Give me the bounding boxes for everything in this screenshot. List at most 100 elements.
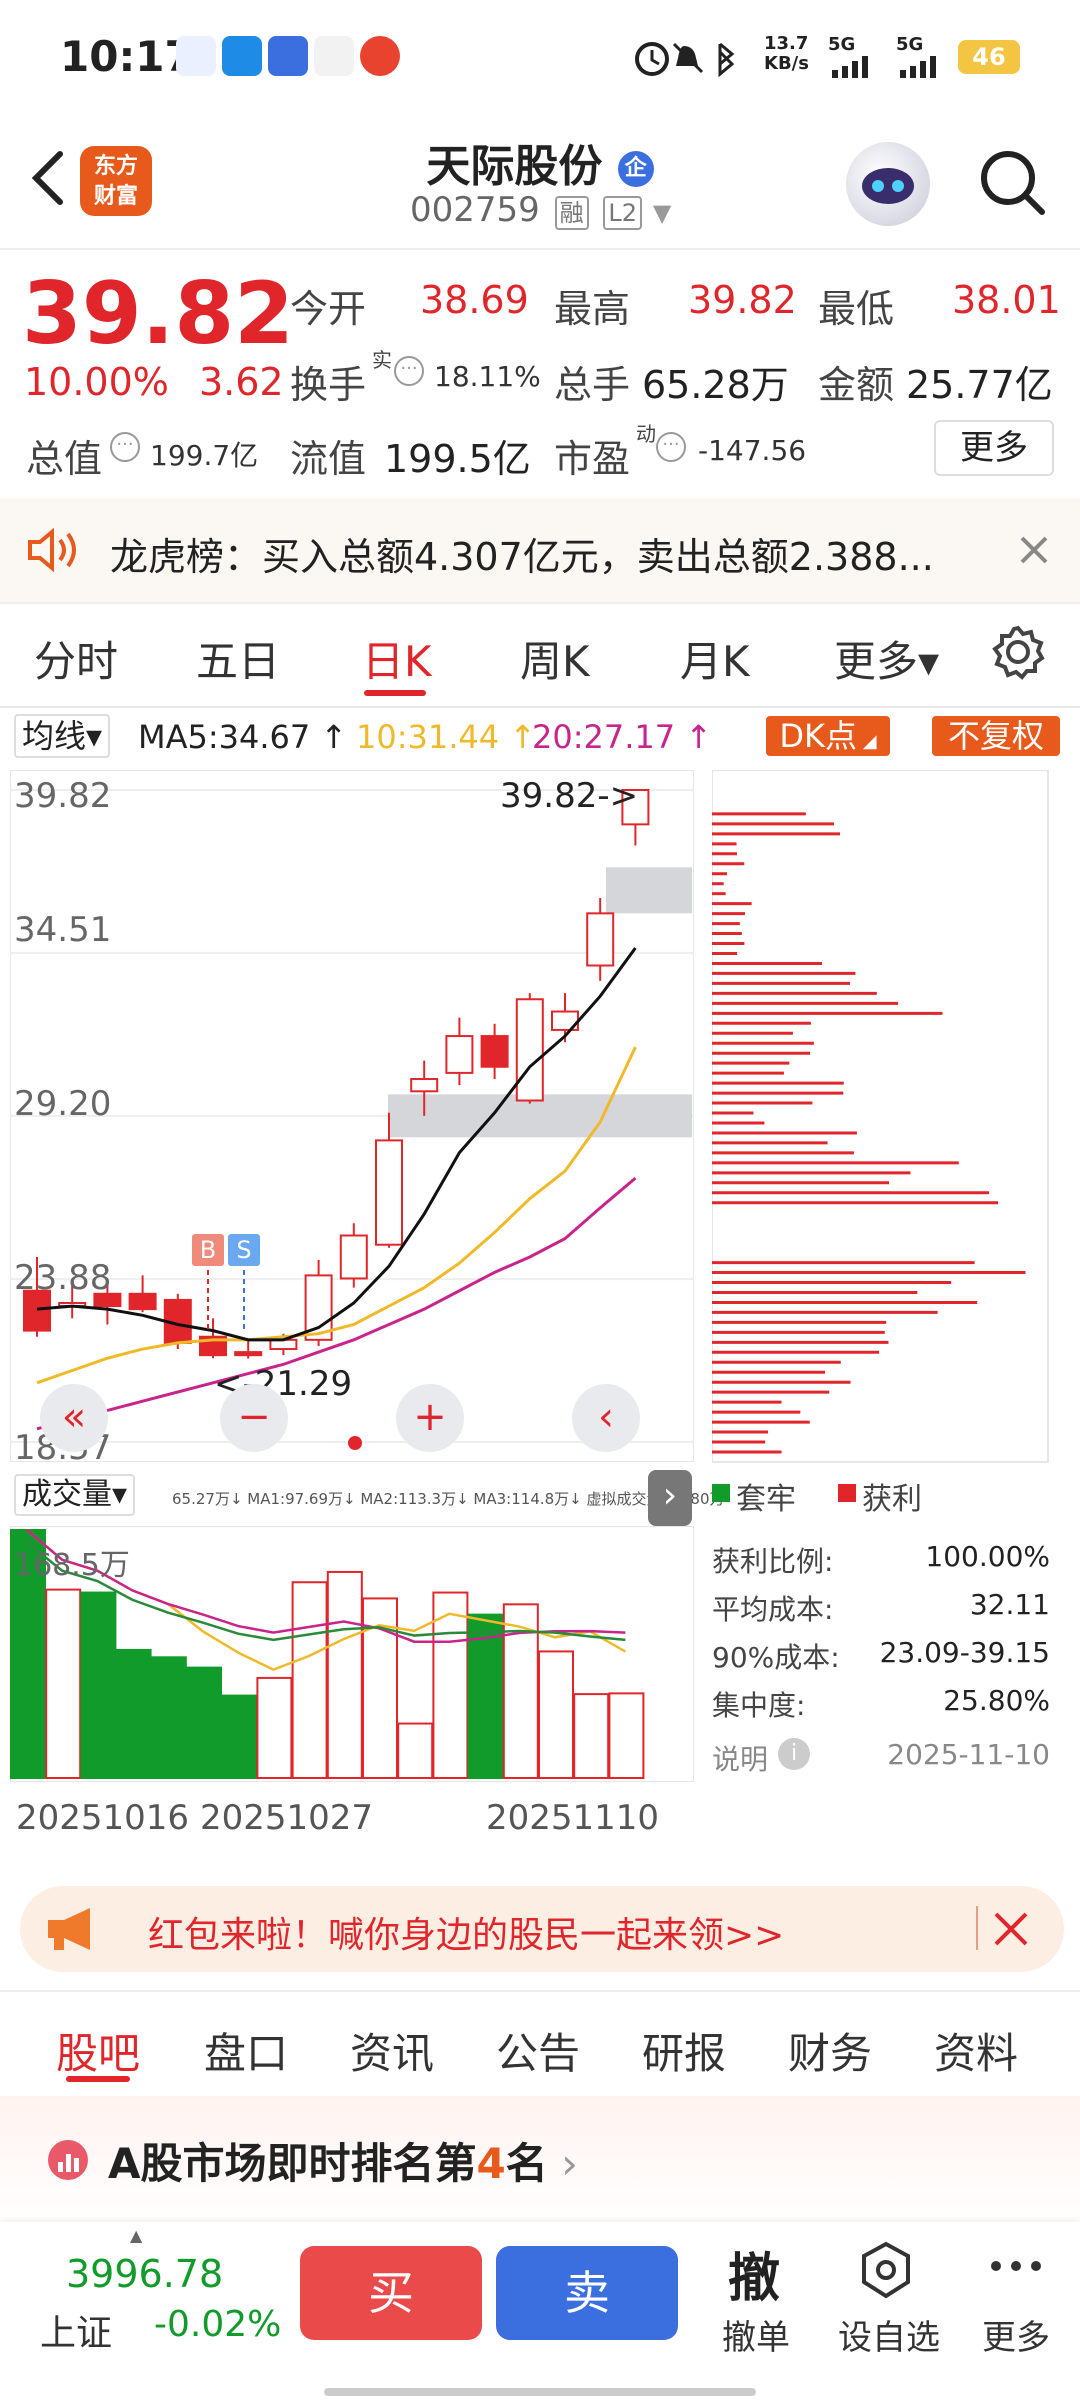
profit-legend-swatch (838, 1484, 856, 1502)
assistant-robot-avatar[interactable] (846, 142, 930, 226)
volume-bar (538, 1650, 574, 1779)
ma-selector[interactable]: 均线▾ (14, 714, 111, 758)
search-icon[interactable] (978, 148, 1048, 218)
megaphone-icon (48, 1908, 90, 1950)
volume-value: 65.28万 (642, 363, 789, 407)
price-axis-label: 34.51 (14, 910, 112, 950)
turnover-sup: 实 (372, 348, 392, 372)
close-icon[interactable] (1018, 534, 1050, 566)
promo-text[interactable]: 红包来啦！喊你身边的股民一起来领>> (148, 1906, 784, 1958)
signal-icon (900, 56, 936, 78)
stat-value: 23.09-39.15 (879, 1636, 1050, 1669)
cancel-order-icon[interactable]: 撤 (728, 2236, 780, 2311)
rank-prefix: A股市场即时排名第 (108, 2139, 477, 2188)
volume-bar (186, 1666, 222, 1779)
amount-value: 25.77亿 (906, 363, 1053, 407)
tab-daily-k[interactable]: 日K (362, 628, 432, 689)
tab-research[interactable]: 研报 (642, 2020, 726, 2081)
zoom-out-button[interactable]: − (220, 1384, 288, 1452)
low-label: 最低 (818, 287, 895, 331)
volume-bar (45, 1588, 82, 1779)
page-dot (348, 1436, 362, 1450)
more-label[interactable]: 更多 (982, 2310, 1050, 2359)
zoom-in-button[interactable]: + (396, 1384, 464, 1452)
info-dots-icon[interactable]: ··· (656, 432, 686, 462)
ma10-legend: 10:31.44 ↑ (356, 718, 537, 756)
speaker-icon (28, 528, 76, 572)
collapse-panel-button[interactable]: › (648, 1470, 692, 1526)
sell-button[interactable]: 卖 (496, 2246, 678, 2340)
tab-more[interactable]: 更多▾ (834, 628, 939, 689)
tab-news[interactable]: 资讯 (350, 2020, 434, 2081)
stock-code: 002759 (410, 190, 540, 230)
tab-orderbook[interactable]: 盘口 (204, 2020, 288, 2081)
cancel-order-label[interactable]: 撤单 (722, 2310, 790, 2359)
tab-five-day[interactable]: 五日 (196, 628, 280, 689)
more-dots-icon[interactable] (988, 2254, 1044, 2278)
tab-weekly-k[interactable]: 周K (520, 628, 590, 689)
info-dots-icon[interactable]: ··· (110, 432, 140, 462)
low-value: 38.01 (952, 278, 1061, 322)
candle-body (375, 1139, 403, 1246)
adjust-mode-button[interactable]: 不复权 (932, 716, 1060, 756)
alarm-mute-bluetooth-icons (635, 42, 735, 78)
amount-label: 金额 (818, 363, 895, 407)
price-axis-top: 39.82 (14, 776, 112, 816)
ma5-legend: MA5:34.67 ↑ (138, 718, 348, 756)
dk-point-button[interactable]: DK点 ◢ (766, 716, 890, 756)
tab-profile[interactable]: 资料 (934, 2020, 1018, 2081)
buy-point-marker[interactable]: B (192, 1234, 224, 1266)
info-icon[interactable]: i (778, 1738, 810, 1770)
last-price: 39.82 (22, 264, 295, 364)
turnover-value: 18.11% (434, 360, 541, 393)
stopwatch-icon (314, 36, 354, 76)
enterprise-badge: 企 (617, 151, 654, 187)
candle-body (128, 1292, 157, 1311)
note-label[interactable]: 说明 (712, 1738, 768, 1778)
float-value: 199.5亿 (384, 437, 531, 481)
tab-forum[interactable]: 股吧 (56, 2020, 140, 2081)
candle-body (515, 998, 544, 1102)
tab-intraday[interactable]: 分时 (34, 628, 118, 689)
stat-label: 90%成本: (712, 1641, 840, 1674)
pe-label: 市盈 (554, 437, 631, 481)
scroll-left-button[interactable]: ‹ (572, 1384, 640, 1452)
more-quote-button[interactable]: 更多 (934, 420, 1054, 476)
buy-button[interactable]: 买 (300, 2246, 482, 2340)
home-indicator (324, 2388, 756, 2396)
tab-monthly-k[interactable]: 月K (680, 628, 750, 689)
app-notification-icon (222, 36, 262, 76)
candlestick-chart[interactable] (10, 770, 694, 1462)
index-name[interactable]: 上证 (40, 2304, 112, 2356)
volume-bar (221, 1694, 258, 1779)
tab-finance[interactable]: 财务 (788, 2020, 872, 2081)
news-text[interactable]: 龙虎榜：买入总额4.307亿元，卖出总额2.388... (110, 526, 934, 581)
candle-body (234, 1351, 263, 1357)
price-zone (606, 867, 692, 914)
volume-bar (256, 1676, 293, 1779)
date-label: 20251027 (200, 1798, 374, 1838)
tab-announcements[interactable]: 公告 (496, 2020, 580, 2081)
volume-selector[interactable]: 成交量▾ (14, 1474, 136, 1516)
sell-point-marker[interactable]: S (228, 1234, 260, 1266)
index-value[interactable]: 3996.78 (66, 2252, 223, 2296)
stat-value: 25.80% (943, 1684, 1050, 1717)
candle-body (339, 1234, 368, 1280)
stock-code-row[interactable]: 002759 融 L2 ▼ (410, 190, 671, 230)
rank-text[interactable]: A股市场即时排名第4名 › (108, 2130, 578, 2191)
add-watchlist-label[interactable]: 设自选 (838, 2310, 940, 2359)
rank-suffix: 名 (505, 2139, 548, 2188)
info-dots-icon[interactable]: ··· (394, 356, 424, 386)
rewind-button[interactable]: « (40, 1384, 108, 1452)
close-icon[interactable] (992, 1910, 1030, 1948)
volume-bar (573, 1693, 610, 1779)
settings-gear-icon[interactable] (990, 624, 1046, 680)
chip-distribution-chart[interactable] (712, 770, 1052, 1466)
signal-icon (832, 56, 868, 78)
index-change[interactable]: -0.02% (154, 2304, 281, 2345)
high-label: 最高 (554, 287, 631, 331)
volume-bar (115, 1648, 152, 1779)
change-percent: 10.00% (24, 360, 169, 404)
divider (0, 706, 1080, 708)
add-watchlist-icon[interactable] (858, 2240, 914, 2300)
